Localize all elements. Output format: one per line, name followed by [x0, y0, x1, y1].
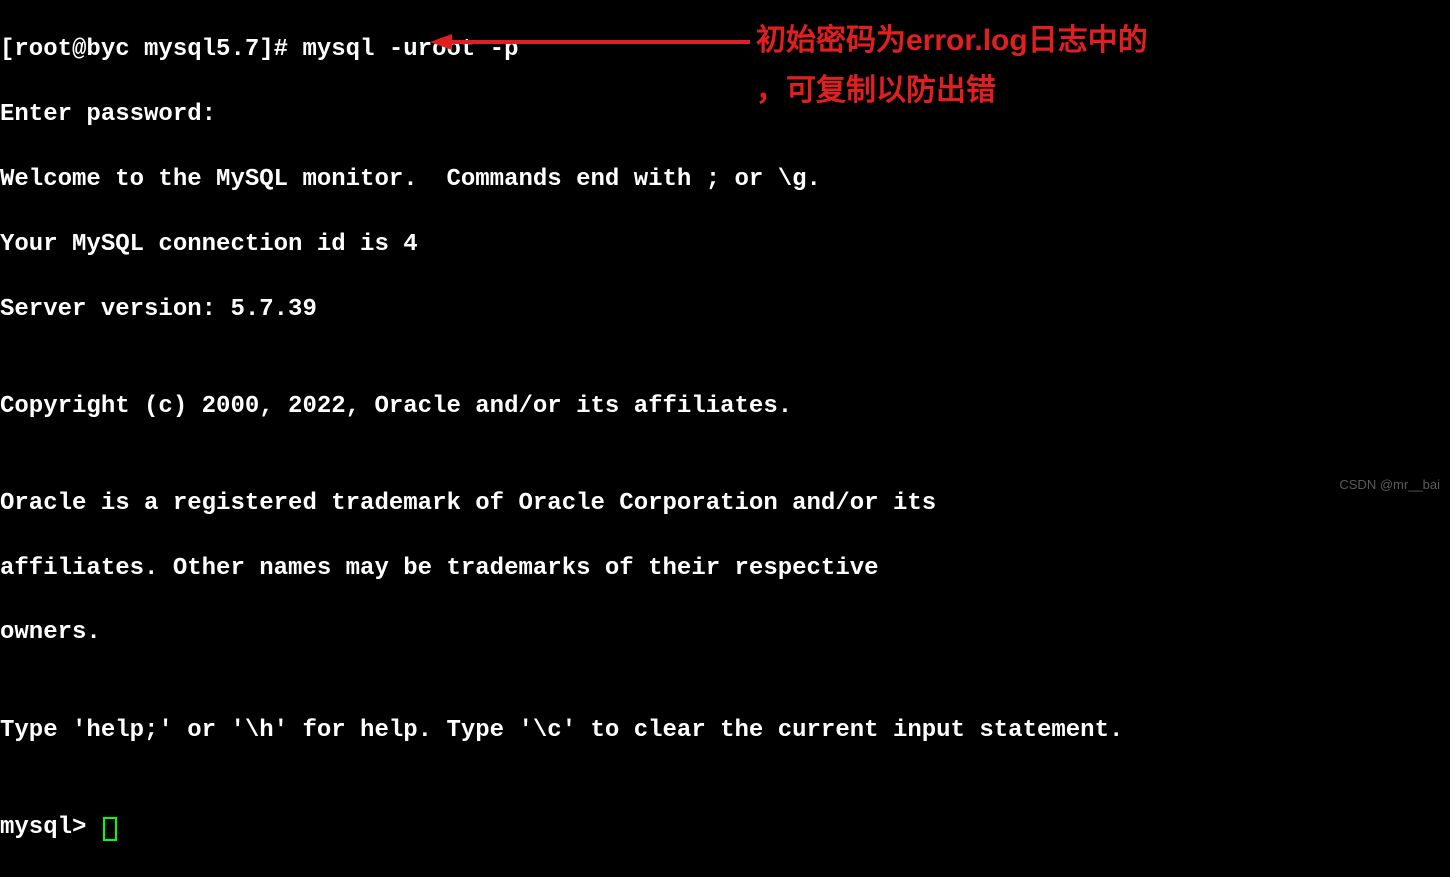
terminal-line: Copyright (c) 2000, 2022, Oracle and/or …	[0, 391, 1450, 423]
watermark: CSDN @mr__bai	[1339, 476, 1440, 494]
shell-command: mysql -uroot -p	[302, 36, 518, 63]
terminal-line: Your MySQL connection id is 4	[0, 229, 1450, 261]
shell-prompt: [root@byc mysql5.7]#	[0, 36, 302, 63]
terminal-line: Server version: 5.7.39	[0, 294, 1450, 326]
terminal-line: Enter password:	[0, 99, 1450, 131]
terminal-line: Type 'help;' or '\h' for help. Type '\c'…	[0, 715, 1450, 747]
terminal-output: [root@byc mysql5.7]# mysql -uroot -p Ent…	[0, 0, 1450, 877]
terminal-line: affiliates. Other names may be trademark…	[0, 553, 1450, 585]
cursor-icon	[103, 817, 117, 841]
terminal-line: owners.	[0, 617, 1450, 649]
terminal-line: Welcome to the MySQL monitor. Commands e…	[0, 164, 1450, 196]
terminal-line: Oracle is a registered trademark of Orac…	[0, 488, 1450, 520]
mysql-prompt[interactable]: mysql>	[0, 814, 101, 841]
